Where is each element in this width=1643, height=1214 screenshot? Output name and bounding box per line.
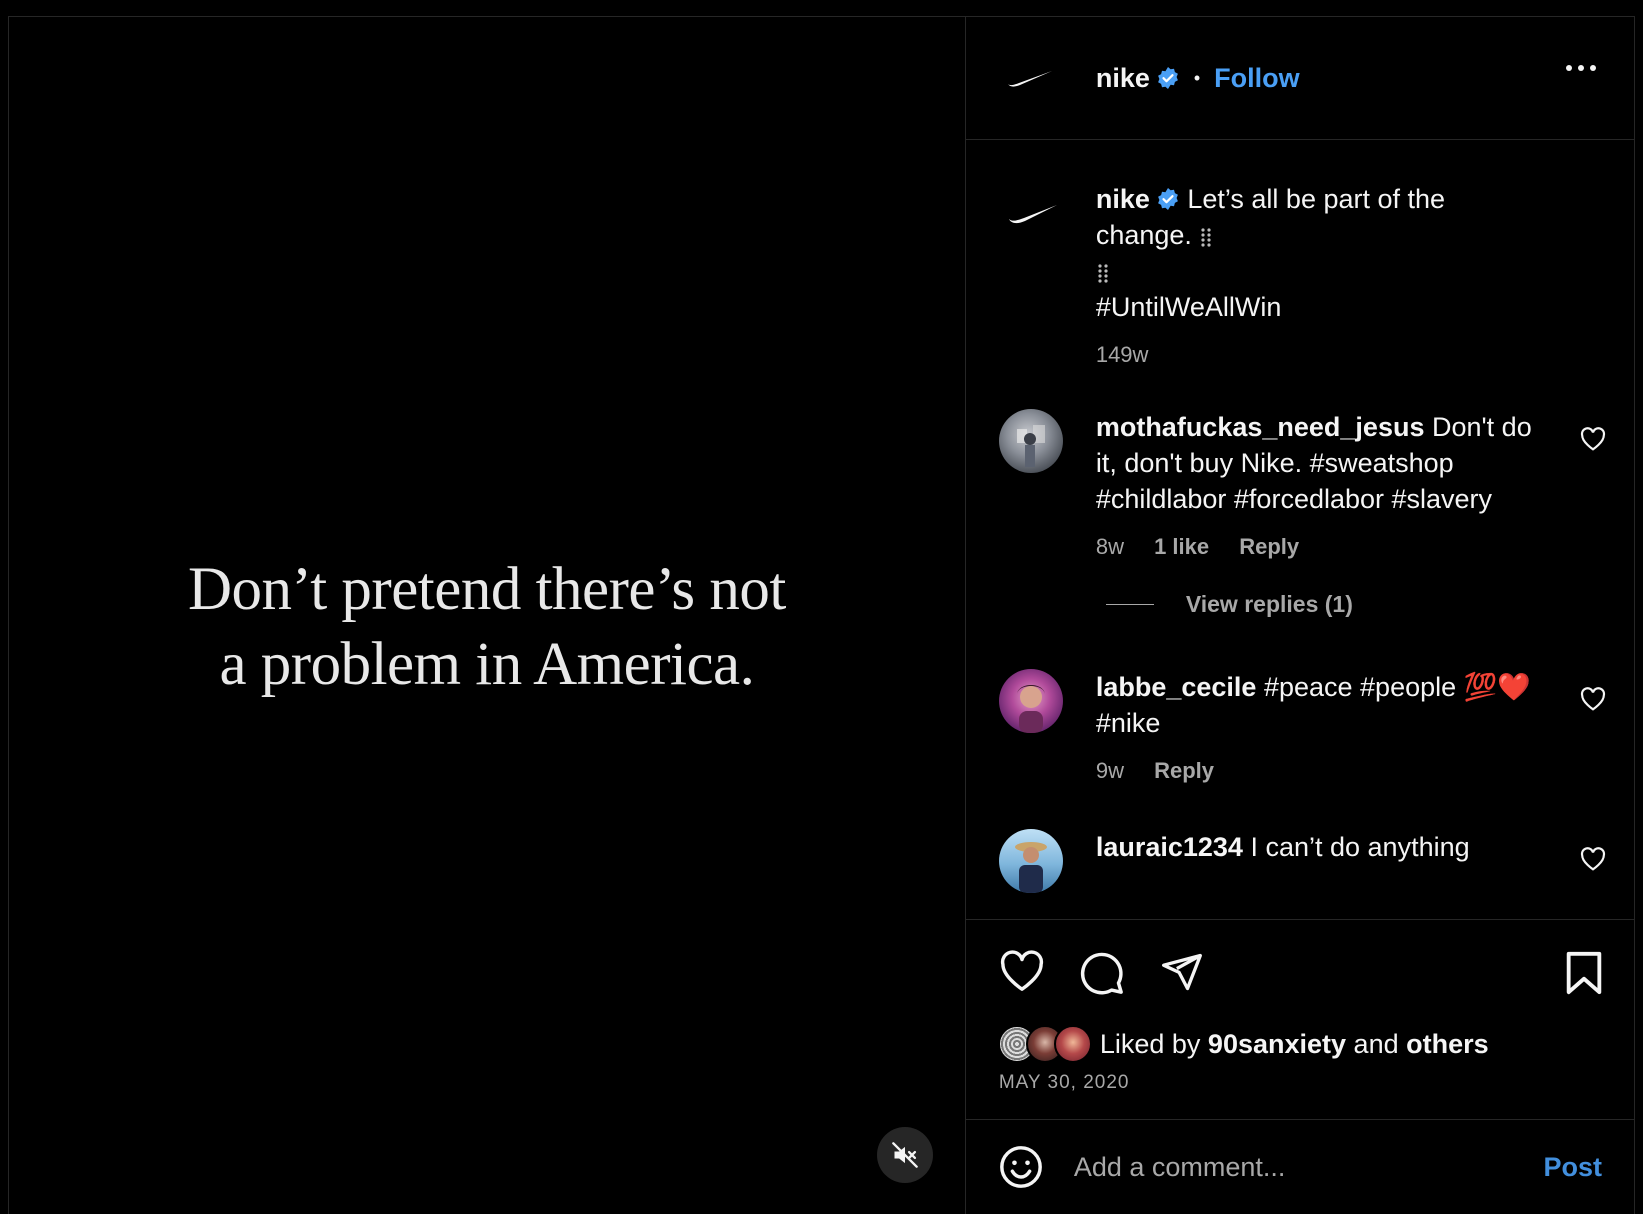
header-username[interactable]: nike <box>1096 63 1180 94</box>
view-replies-line <box>1105 604 1154 605</box>
comment-icon[interactable] <box>1079 950 1125 996</box>
post-header: nike • Follow <box>965 17 1634 140</box>
comment-time[interactable]: 9w <box>1096 758 1124 783</box>
caption-body: nike Let’s all be part of the change. #U… <box>1096 181 1554 373</box>
heart-icon[interactable] <box>999 950 1045 992</box>
header-username-text[interactable]: nike <box>1096 63 1150 93</box>
post-side-panel: nike • Follow nike Let’s all be part of … <box>964 17 1634 1214</box>
reply-button[interactable]: Reply <box>1154 758 1214 783</box>
comment-input[interactable] <box>1073 1151 1504 1183</box>
emoji-icon[interactable] <box>998 1144 1044 1190</box>
reply-button[interactable]: Reply <box>1239 534 1299 559</box>
post-actions: Liked by 90sanxiety and others MAY 30, 2… <box>965 919 1634 1119</box>
post-button[interactable]: Post <box>1543 1152 1602 1183</box>
comment-body: lauraic1234 I can’t do anything <box>1096 829 1554 865</box>
nike-logo-avatar[interactable] <box>1006 67 1054 89</box>
caption-time[interactable]: 149w <box>1096 342 1149 367</box>
comment-username[interactable]: labbe_cecile <box>1096 672 1257 702</box>
heart-icon[interactable] <box>1580 687 1606 711</box>
caption-username[interactable]: nike <box>1096 184 1150 214</box>
video-caption-text: Don’t pretend there’s not a problem in A… <box>9 552 965 702</box>
comment-username[interactable]: lauraic1234 <box>1096 832 1243 862</box>
more-options-icon[interactable] <box>1566 65 1596 71</box>
caption-meta: 149w <box>1096 337 1554 373</box>
comment-likes[interactable]: 1 like <box>1154 534 1209 559</box>
follow-button[interactable]: Follow <box>1214 63 1299 94</box>
comment-username[interactable]: mothafuckas_need_jesus <box>1096 412 1425 442</box>
comment-body: labbe_cecile #peace #people 💯❤️ #nike 9w… <box>1096 669 1554 789</box>
liked-by-others[interactable]: others <box>1406 1029 1489 1059</box>
comment-body: mothafuckas_need_jesus Don't do it, don'… <box>1096 409 1554 565</box>
nike-logo-avatar[interactable] <box>999 181 1063 245</box>
comment-time[interactable]: 8w <box>1096 534 1124 559</box>
heart-icon[interactable] <box>1580 427 1606 451</box>
post-date[interactable]: MAY 30, 2020 <box>999 1072 1130 1094</box>
caption-text-line-1: Let’s all be part of the <box>1187 184 1446 214</box>
dots-glyph-icon <box>1098 264 1108 283</box>
add-comment-bar: Post <box>965 1119 1634 1214</box>
avatar[interactable] <box>998 829 1063 893</box>
verified-badge-icon <box>1157 66 1178 89</box>
heart-icon[interactable] <box>1580 847 1606 871</box>
bookmark-icon[interactable] <box>1564 950 1604 996</box>
avatar[interactable] <box>998 409 1063 473</box>
post-media[interactable]: Don’t pretend there’s not a problem in A… <box>9 17 965 1214</box>
comments-list[interactable]: nike Let’s all be part of the change. #U… <box>966 141 1634 918</box>
comment-meta: 8w 1 like Reply <box>1096 529 1554 565</box>
share-icon[interactable] <box>1159 950 1205 994</box>
comment-text: I can’t do anything <box>1250 832 1470 862</box>
avatar[interactable] <box>1053 1025 1092 1063</box>
liked-by-user[interactable]: 90sanxiety <box>1208 1029 1346 1059</box>
caption-hashtag[interactable]: #UntilWeAllWin <box>1096 289 1554 325</box>
caption-text-line-2: change. <box>1095 220 1192 250</box>
video-text-line-1: Don’t pretend there’s not <box>187 556 786 623</box>
post-dialog: Don’t pretend there’s not a problem in A… <box>8 16 1635 1214</box>
view-replies-button[interactable]: View replies (1) <box>1105 591 1353 618</box>
verified-badge-icon <box>1157 188 1178 210</box>
liked-by-and: and <box>1353 1028 1399 1059</box>
liked-by-prefix: Liked by <box>1099 1028 1201 1059</box>
mute-button[interactable] <box>877 1127 933 1183</box>
avatar[interactable] <box>998 669 1063 733</box>
comment-meta: 9w Reply <box>1096 753 1554 789</box>
dots-glyph-icon <box>1201 228 1212 247</box>
video-text-line-2: a problem in America. <box>219 631 755 698</box>
speaker-muted-icon <box>892 1142 918 1168</box>
header-separator: • <box>1193 67 1201 88</box>
liked-by-text: Liked by 90sanxiety and others <box>1100 1029 1489 1060</box>
liked-by: Liked by 90sanxiety and others <box>997 1025 1489 1063</box>
view-replies-label[interactable]: View replies (1) <box>1186 591 1353 618</box>
